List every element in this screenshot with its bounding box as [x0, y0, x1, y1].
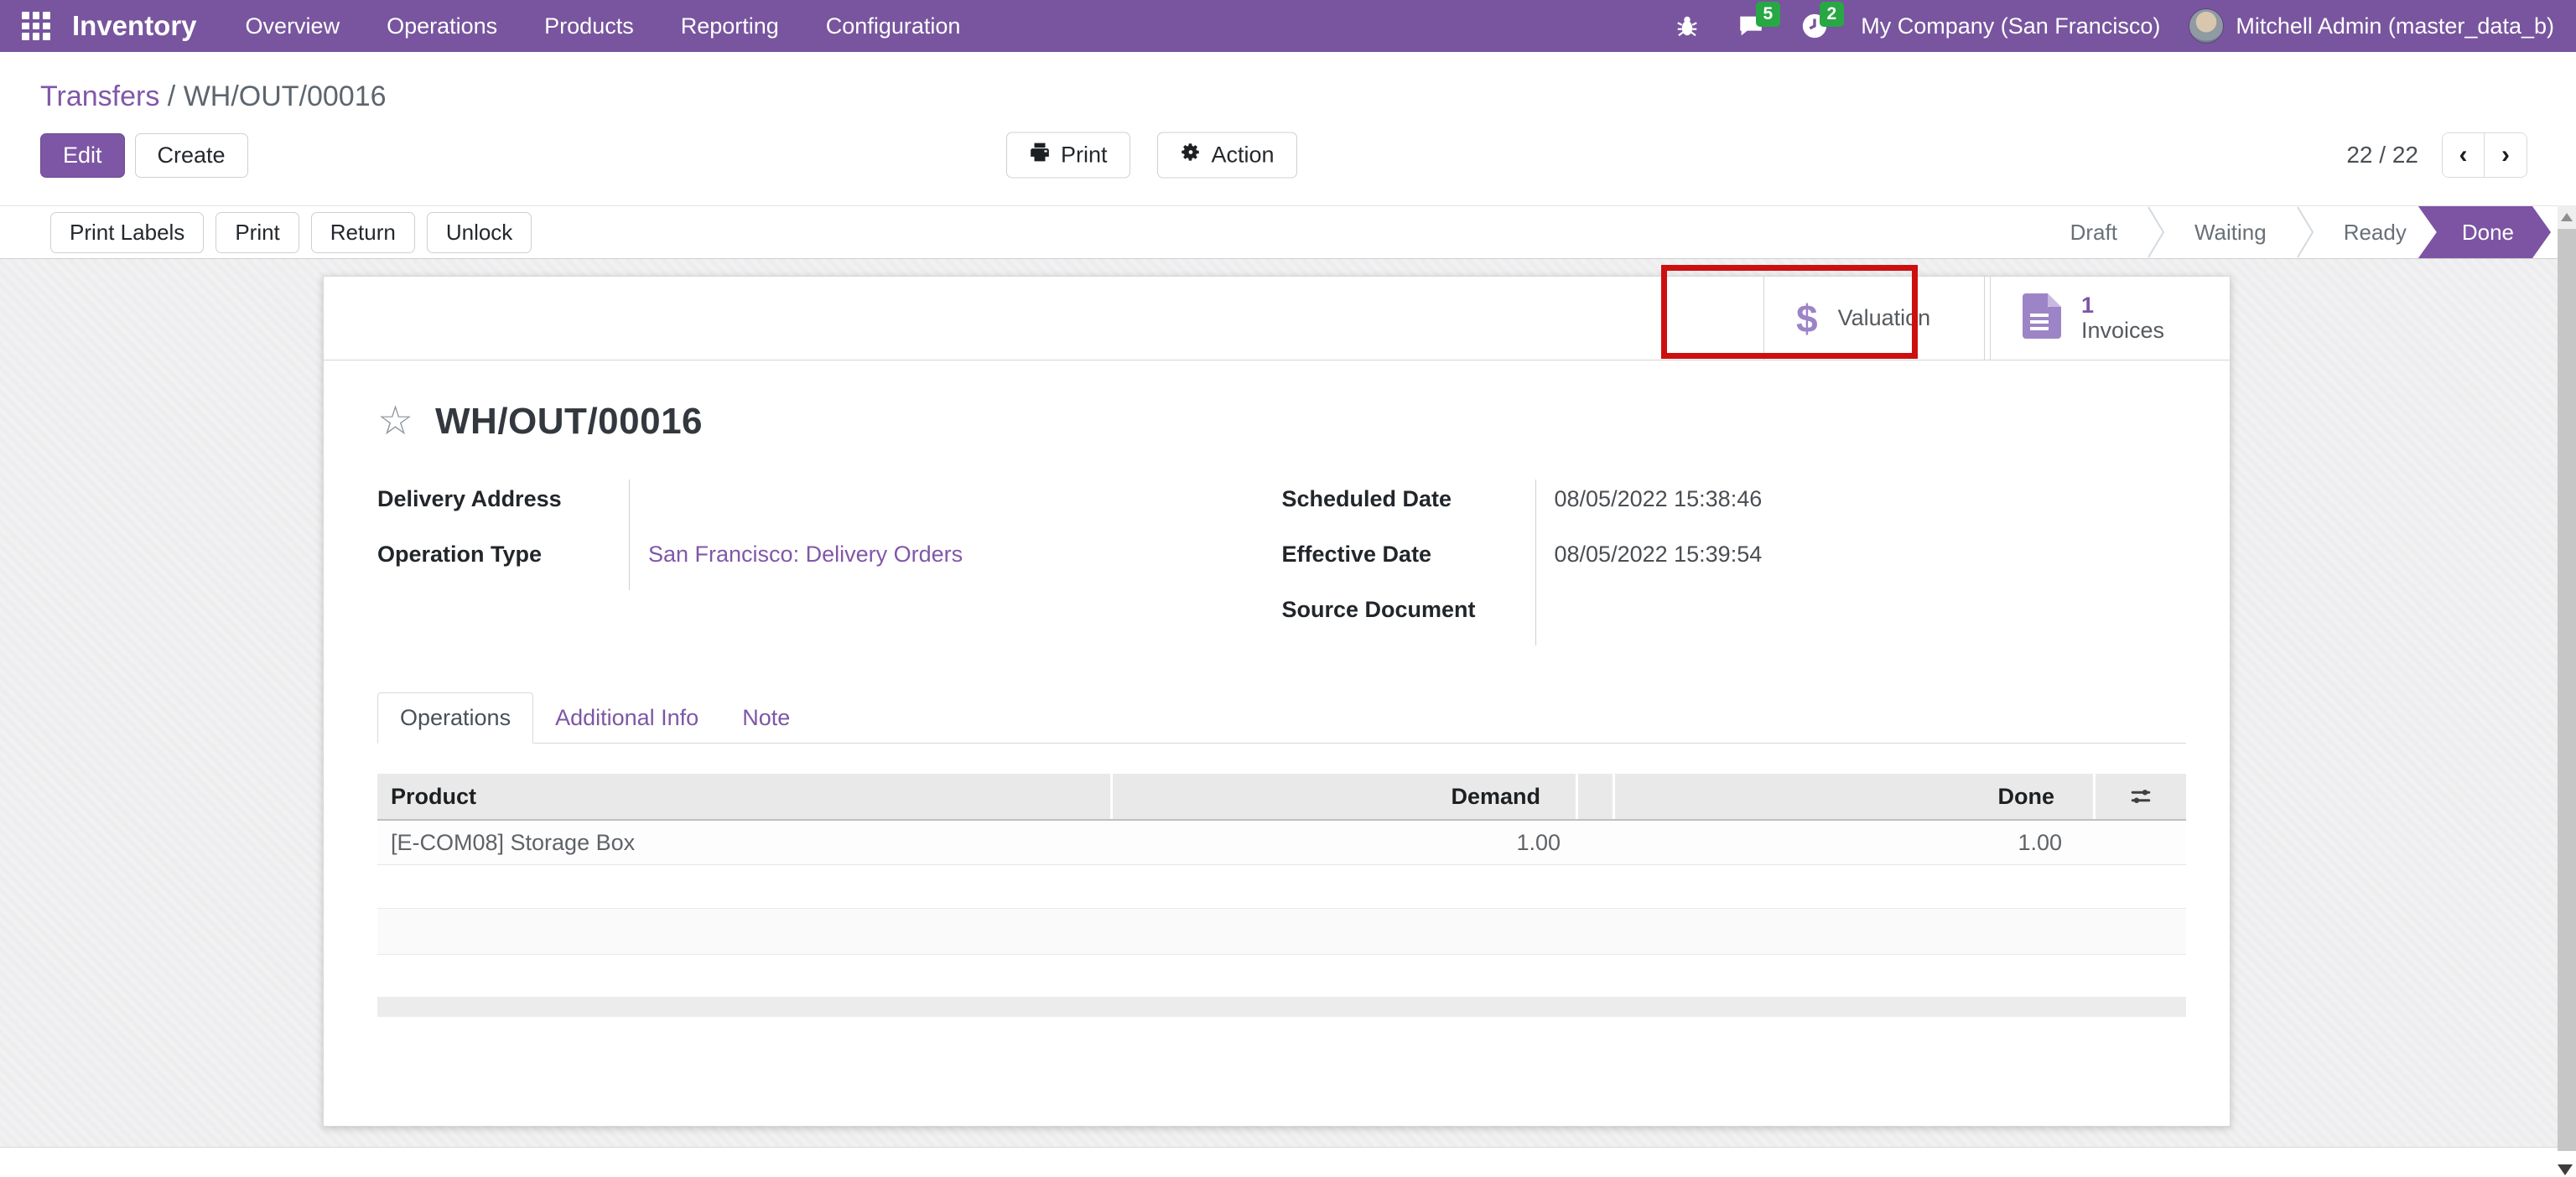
field-value-effective-date[interactable]: 08/05/2022 15:39:54	[1535, 535, 2187, 590]
column-header-spacer	[1578, 774, 1615, 819]
messages-icon[interactable]: 5	[1733, 8, 1768, 44]
stage-pipeline: Draft Waiting Ready Done	[2042, 206, 2551, 258]
nav-item-operations[interactable]: Operations	[387, 13, 497, 39]
activities-icon[interactable]: 2	[1797, 8, 1832, 44]
column-header-product[interactable]: Product	[377, 774, 1113, 819]
content-area: $ Valuation 1 Invoices ☆ WH/OUT/00016 De…	[0, 259, 2576, 1147]
empty-table-row	[377, 909, 2186, 955]
field-value-scheduled-date[interactable]: 08/05/2022 15:38:46	[1535, 480, 2187, 535]
field-label-delivery-address: Delivery Address	[377, 480, 629, 535]
create-button[interactable]: Create	[135, 133, 248, 178]
breadcrumb-transfers[interactable]: Transfers	[40, 80, 159, 112]
activities-badge: 2	[1820, 2, 1845, 27]
empty-table-row	[377, 865, 2186, 909]
notebook-tabs: Operations Additional Info Note	[377, 692, 2186, 744]
nav-menu: Overview Operations Products Reporting C…	[246, 13, 961, 39]
field-value-source-document[interactable]	[1535, 590, 2187, 646]
cell-done: 1.00	[1618, 821, 2101, 864]
avatar	[2189, 8, 2224, 44]
stage-done-active[interactable]: Done	[2418, 206, 2551, 258]
nav-systray: 5 2 My Company (San Francisco) Mitchell …	[1670, 8, 2554, 44]
favorite-star-icon[interactable]: ☆	[377, 402, 413, 442]
user-menu[interactable]: Mitchell Admin (master_data_b)	[2189, 8, 2554, 44]
nav-item-reporting[interactable]: Reporting	[681, 13, 779, 39]
app-name[interactable]: Inventory	[72, 10, 197, 42]
vertical-scrollbar[interactable]	[2558, 205, 2576, 1177]
pager-count: 22 / 22	[2346, 142, 2418, 169]
scroll-up-arrow[interactable]	[2558, 205, 2576, 229]
top-nav: Inventory Overview Operations Products R…	[0, 0, 2576, 52]
print-button[interactable]: Print	[1006, 132, 1130, 179]
field-value-operation-type[interactable]: San Francisco: Delivery Orders	[629, 535, 1282, 590]
page-footer	[0, 1147, 2576, 1177]
stage-separator	[2295, 206, 2315, 258]
tab-note[interactable]: Note	[720, 693, 812, 743]
stage-separator	[2146, 206, 2166, 258]
column-sliders-icon[interactable]	[2096, 774, 2186, 819]
tab-operations[interactable]: Operations	[377, 692, 533, 744]
dollar-icon: $	[1796, 296, 1818, 341]
return-button[interactable]: Return	[311, 212, 415, 253]
print-document-button[interactable]: Print	[216, 212, 299, 253]
field-label-operation-type: Operation Type	[377, 535, 629, 590]
apps-grid-icon[interactable]	[22, 12, 50, 40]
company-switcher[interactable]: My Company (San Francisco)	[1861, 13, 2160, 39]
pager-next-button[interactable]: ›	[2485, 133, 2527, 177]
invoices-count: 1	[2081, 293, 2164, 318]
edit-button[interactable]: Edit	[40, 133, 125, 178]
bug-icon[interactable]	[1670, 8, 1705, 44]
tab-additional-info[interactable]: Additional Info	[533, 693, 720, 743]
table-footer-band	[377, 997, 2186, 1017]
pager-previous-button[interactable]: ‹	[2443, 133, 2485, 177]
column-header-done[interactable]: Done	[1615, 774, 2096, 819]
column-header-demand[interactable]: Demand	[1113, 774, 1578, 819]
nav-item-products[interactable]: Products	[544, 13, 634, 39]
field-group: Delivery Address Operation Type San Fran…	[377, 480, 2186, 646]
table-row[interactable]: [E-COM08] Storage Box 1.00 1.00	[377, 821, 2186, 865]
nav-item-configuration[interactable]: Configuration	[826, 13, 961, 39]
gear-icon	[1180, 142, 1202, 169]
field-label-source-document: Source Document	[1282, 590, 1535, 646]
user-name: Mitchell Admin (master_data_b)	[2236, 13, 2554, 39]
invoices-smart-button[interactable]: 1 Invoices	[1990, 277, 2230, 360]
print-labels-button[interactable]: Print Labels	[50, 212, 204, 253]
nav-item-overview[interactable]: Overview	[246, 13, 340, 39]
stage-ready[interactable]: Ready	[2315, 206, 2435, 258]
unlock-button[interactable]: Unlock	[427, 212, 532, 253]
stage-draft[interactable]: Draft	[2042, 206, 2146, 258]
cell-demand: 1.00	[1115, 821, 1581, 864]
scrollbar-thumb[interactable]	[2558, 229, 2576, 1151]
operations-table: Product Demand Done [E-COM08] Storage Bo…	[377, 774, 2186, 1017]
field-label-scheduled-date: Scheduled Date	[1282, 480, 1535, 535]
table-header: Product Demand Done	[377, 774, 2186, 821]
invoice-document-icon	[2023, 293, 2061, 343]
cell-product: [E-COM08] Storage Box	[377, 821, 1115, 864]
action-button[interactable]: Action	[1157, 132, 1297, 179]
breadcrumb: Transfers / WH/OUT/00016	[0, 52, 2576, 113]
control-panel: Transfers / WH/OUT/00016 Edit Create Pri…	[0, 52, 2576, 205]
valuation-smart-button[interactable]: $ Valuation	[1763, 277, 1985, 360]
field-value-delivery-address[interactable]	[629, 480, 1282, 535]
messages-badge: 5	[1756, 2, 1781, 27]
smart-button-row: $ Valuation 1 Invoices	[324, 277, 2230, 360]
stage-waiting[interactable]: Waiting	[2166, 206, 2295, 258]
printer-icon	[1029, 142, 1051, 169]
record-title: WH/OUT/00016	[435, 401, 703, 443]
pager: 22 / 22 ‹ ›	[2346, 132, 2527, 178]
field-label-effective-date: Effective Date	[1282, 535, 1535, 590]
form-sheet: $ Valuation 1 Invoices ☆ WH/OUT/00016 De…	[323, 276, 2231, 1127]
statusbar: Print Labels Print Return Unlock Draft W…	[0, 205, 2576, 259]
